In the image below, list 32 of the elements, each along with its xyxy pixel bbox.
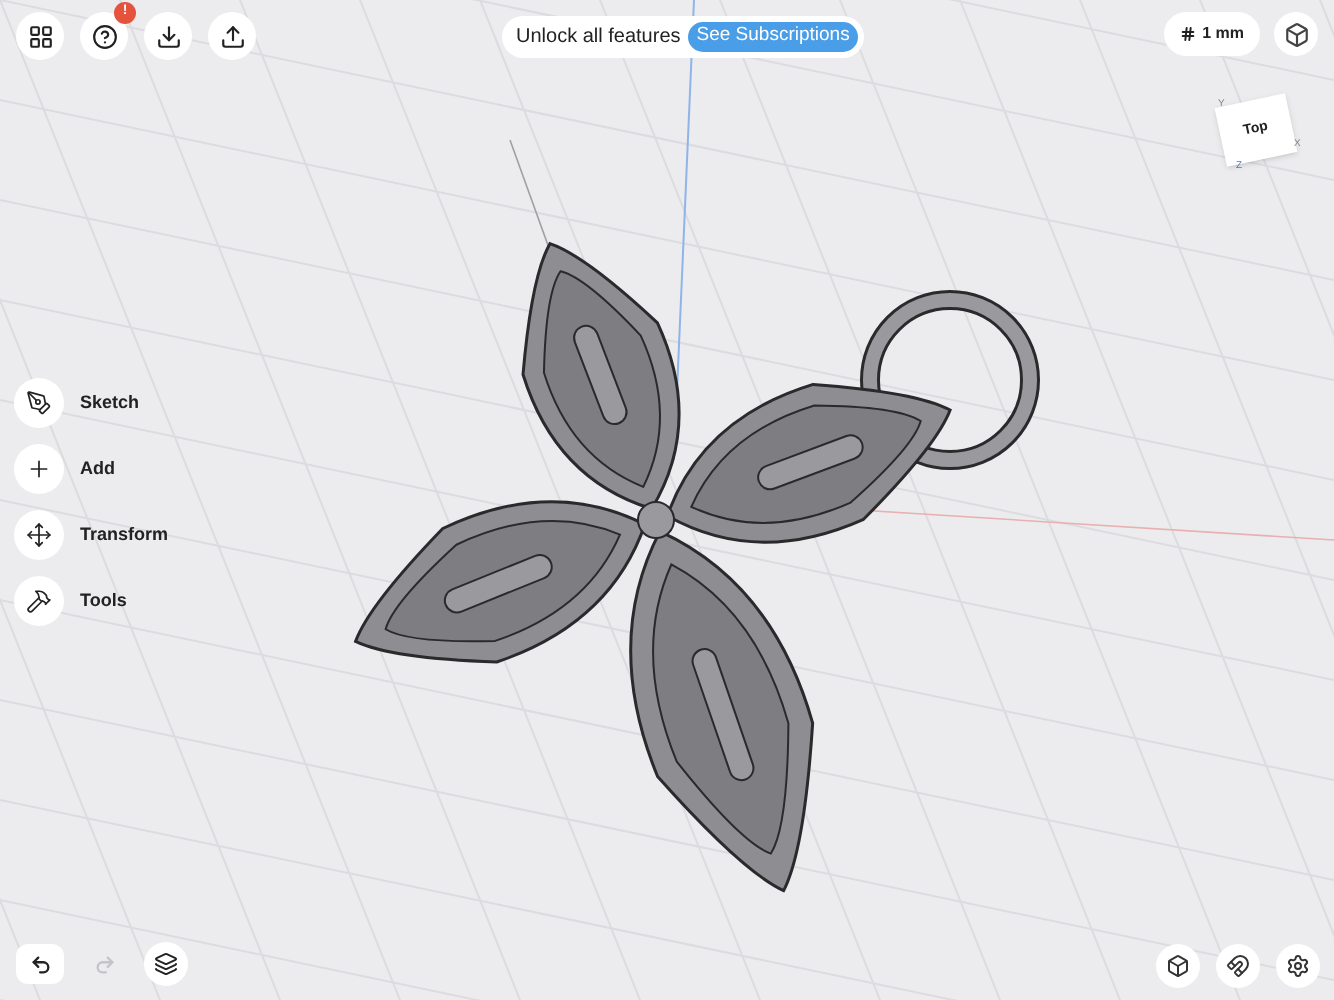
settings-icon (1286, 954, 1310, 978)
banner-text: Unlock all features (516, 24, 681, 52)
tool-menu-item[interactable]: Add (14, 444, 169, 494)
layers-icon (154, 952, 178, 976)
snap-button[interactable] (1216, 944, 1260, 988)
render-button[interactable] (1156, 944, 1200, 988)
tool-menu-item[interactable]: Tools (14, 576, 169, 626)
magnet-icon (1226, 954, 1250, 978)
tool-menu-item[interactable]: Transform (14, 510, 169, 560)
settings-button[interactable] (1276, 944, 1320, 988)
grid-button[interactable] (16, 12, 64, 60)
cube-icon (1166, 954, 1190, 978)
grid-icon (27, 23, 53, 49)
redo-icon (93, 953, 115, 975)
view-button[interactable] (1274, 12, 1318, 56)
pen-icon (26, 390, 52, 416)
layers-button[interactable] (144, 942, 188, 986)
tool-menu-item[interactable]: Sketch (14, 378, 169, 428)
upload-icon (219, 23, 245, 49)
undo-icon (29, 953, 51, 975)
export-button[interactable] (208, 12, 256, 60)
cube-icon (1283, 21, 1309, 47)
plus-icon (26, 456, 52, 482)
download-icon (155, 23, 181, 49)
undo-button[interactable] (16, 944, 64, 984)
grid-size-button[interactable]: 1 mm (1164, 12, 1260, 56)
help-icon (91, 23, 117, 49)
help-button[interactable] (80, 12, 128, 60)
import-button[interactable] (144, 12, 192, 60)
hash-icon (1180, 26, 1197, 42)
move-icon (26, 522, 52, 548)
hammer-icon (26, 588, 52, 614)
